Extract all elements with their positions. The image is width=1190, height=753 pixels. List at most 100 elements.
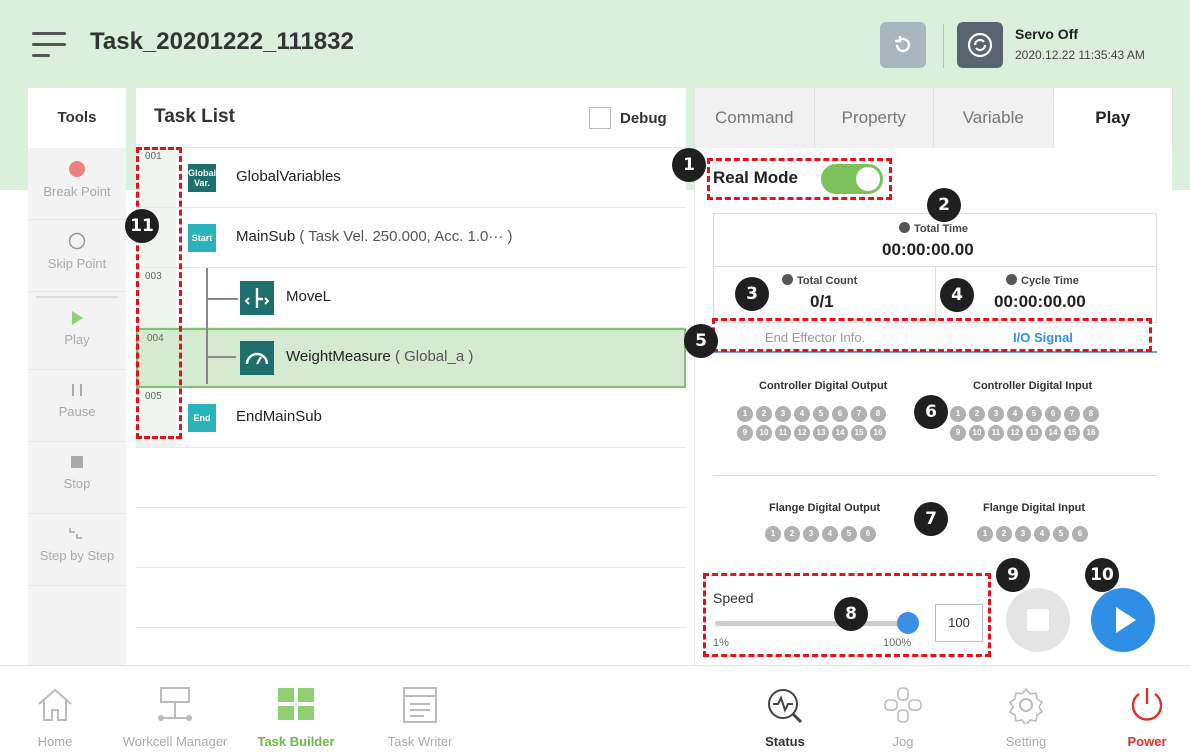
stop-button[interactable]: [1006, 588, 1070, 652]
refresh-icon: [895, 36, 911, 53]
stop-tool-label: Stop: [63, 476, 91, 491]
task-row-weight-measure[interactable]: 004 WeightMeasure ( Global_a ): [136, 328, 686, 388]
task-label: MoveL: [286, 288, 332, 305]
task-label: WeightMeasure: [286, 348, 391, 365]
annotation-box-11: [136, 147, 182, 439]
task-builder-icon: [278, 688, 314, 720]
io-indicator: 3: [775, 406, 791, 422]
end-badge: End: [188, 404, 216, 432]
panel-tabs: Command Property Variable Play: [695, 88, 1173, 148]
callout-9: 9: [996, 558, 1030, 592]
io-indicator: 2: [784, 526, 800, 542]
io-indicator: 4: [822, 526, 838, 542]
weight-measure-icon: [240, 341, 274, 375]
total-time-value: 00:00:00.00: [882, 240, 974, 259]
io-indicator: 6: [1045, 406, 1061, 422]
io-indicator: 9: [950, 425, 966, 441]
io-indicator: 2: [969, 406, 985, 422]
io-indicator: 7: [1064, 406, 1080, 422]
annotation-box-5: [712, 318, 1152, 352]
header-divider: [943, 24, 944, 68]
nav-label: Task Writer: [387, 734, 453, 749]
clock-icon: [1006, 274, 1017, 285]
io-indicator: 4: [1007, 406, 1023, 422]
refresh-button[interactable]: [880, 22, 926, 68]
task-row-global-variables[interactable]: 001 Global Var. GlobalVariables: [136, 148, 686, 208]
debug-label: Debug: [620, 110, 667, 127]
break-point-icon: [69, 161, 85, 177]
tab-command[interactable]: Command: [695, 88, 815, 148]
io-indicator: 2: [996, 526, 1012, 542]
stop-tool-button[interactable]: Stop: [28, 442, 126, 514]
io-indicator: 13: [813, 425, 829, 441]
task-row-end-main-sub[interactable]: 005 End EndMainSub: [136, 388, 686, 448]
tools-panel: Tools Break Point Skip Point Play Pause …: [28, 88, 126, 665]
total-count-value: 0/1: [810, 292, 834, 311]
io-indicator: 1: [977, 526, 993, 542]
io-indicator: 10: [969, 425, 985, 441]
task-list-heading: Task List: [154, 106, 235, 127]
task-title: Task_20201222_111832: [90, 28, 354, 55]
servo-button[interactable]: [957, 22, 1003, 68]
io-indicator: 5: [841, 526, 857, 542]
movel-icon: [240, 281, 274, 315]
task-row-empty: [136, 508, 686, 568]
nav-setting[interactable]: Setting: [991, 666, 1061, 753]
step-by-step-button[interactable]: Step by Step: [28, 514, 126, 586]
task-row-main-sub[interactable]: Start MainSub ( Task Vel. 250.000, Acc. …: [136, 208, 686, 268]
callout-6: 6: [914, 395, 948, 429]
tools-heading: Tools: [28, 88, 126, 148]
servo-status: Servo Off: [1015, 26, 1079, 42]
annotation-box-1: [707, 158, 892, 200]
pause-tool-button[interactable]: Pause: [28, 370, 126, 442]
skip-point-button[interactable]: Skip Point: [28, 220, 126, 292]
break-point-button[interactable]: Break Point: [28, 148, 126, 220]
callout-7: 7: [914, 502, 948, 536]
nav-label: Setting: [1005, 734, 1047, 749]
nav-label: Power: [1127, 734, 1167, 749]
io-indicator: 15: [1064, 425, 1080, 441]
io-indicator: 13: [1026, 425, 1042, 441]
play-tool-button[interactable]: Play: [28, 298, 126, 370]
cycle-time-label: Cycle Time: [1021, 275, 1079, 287]
play-button[interactable]: [1091, 588, 1155, 652]
nav-jog[interactable]: Jog: [868, 666, 938, 753]
menu-icon[interactable]: [32, 30, 66, 60]
tab-play[interactable]: Play: [1053, 88, 1173, 148]
task-list-panel: Task List Debug 001 Global Var. GlobalVa…: [136, 88, 686, 665]
tab-variable[interactable]: Variable: [934, 88, 1054, 148]
skip-point-icon: [68, 232, 86, 250]
status-icon: [768, 689, 803, 724]
tab-property[interactable]: Property: [814, 88, 934, 148]
pause-icon: [72, 384, 82, 396]
tree-line: [206, 356, 236, 358]
callout-10: 10: [1085, 558, 1119, 592]
nav-workcell-manager[interactable]: Workcell Manager: [110, 666, 240, 753]
home-icon: [38, 688, 72, 721]
play-icon: [72, 311, 83, 325]
skip-point-label: Skip Point: [47, 256, 107, 271]
nav-status[interactable]: Status: [750, 666, 820, 753]
nav-task-writer[interactable]: Task Writer: [370, 666, 470, 753]
nav-home[interactable]: Home: [20, 666, 90, 753]
nav-task-builder[interactable]: Task Builder: [246, 666, 346, 753]
servo-icon: [967, 32, 993, 58]
flange-do-indicators: 123456: [765, 526, 895, 542]
datetime: 2020.12.22 11:35:43 AM: [1015, 48, 1145, 62]
bottom-nav: Home Workcell Manager Task Builder Task …: [0, 665, 1190, 753]
io-indicator: 8: [1083, 406, 1099, 422]
io-indicator: 2: [756, 406, 772, 422]
io-indicator: 14: [1045, 425, 1061, 441]
nav-power[interactable]: Power: [1112, 666, 1182, 753]
total-time-title: Total Time: [899, 222, 968, 235]
step-icon: [69, 528, 82, 539]
total-count-label: Total Count: [797, 275, 858, 287]
callout-3: 3: [735, 277, 769, 311]
task-label: GlobalVariables: [236, 168, 341, 185]
debug-checkbox[interactable]: [589, 107, 611, 129]
io-indicator: 16: [1083, 425, 1099, 441]
nav-label: Jog: [892, 734, 914, 749]
io-indicator: 9: [737, 425, 753, 441]
io-indicator: 16: [870, 425, 886, 441]
jog-icon: [884, 687, 922, 723]
